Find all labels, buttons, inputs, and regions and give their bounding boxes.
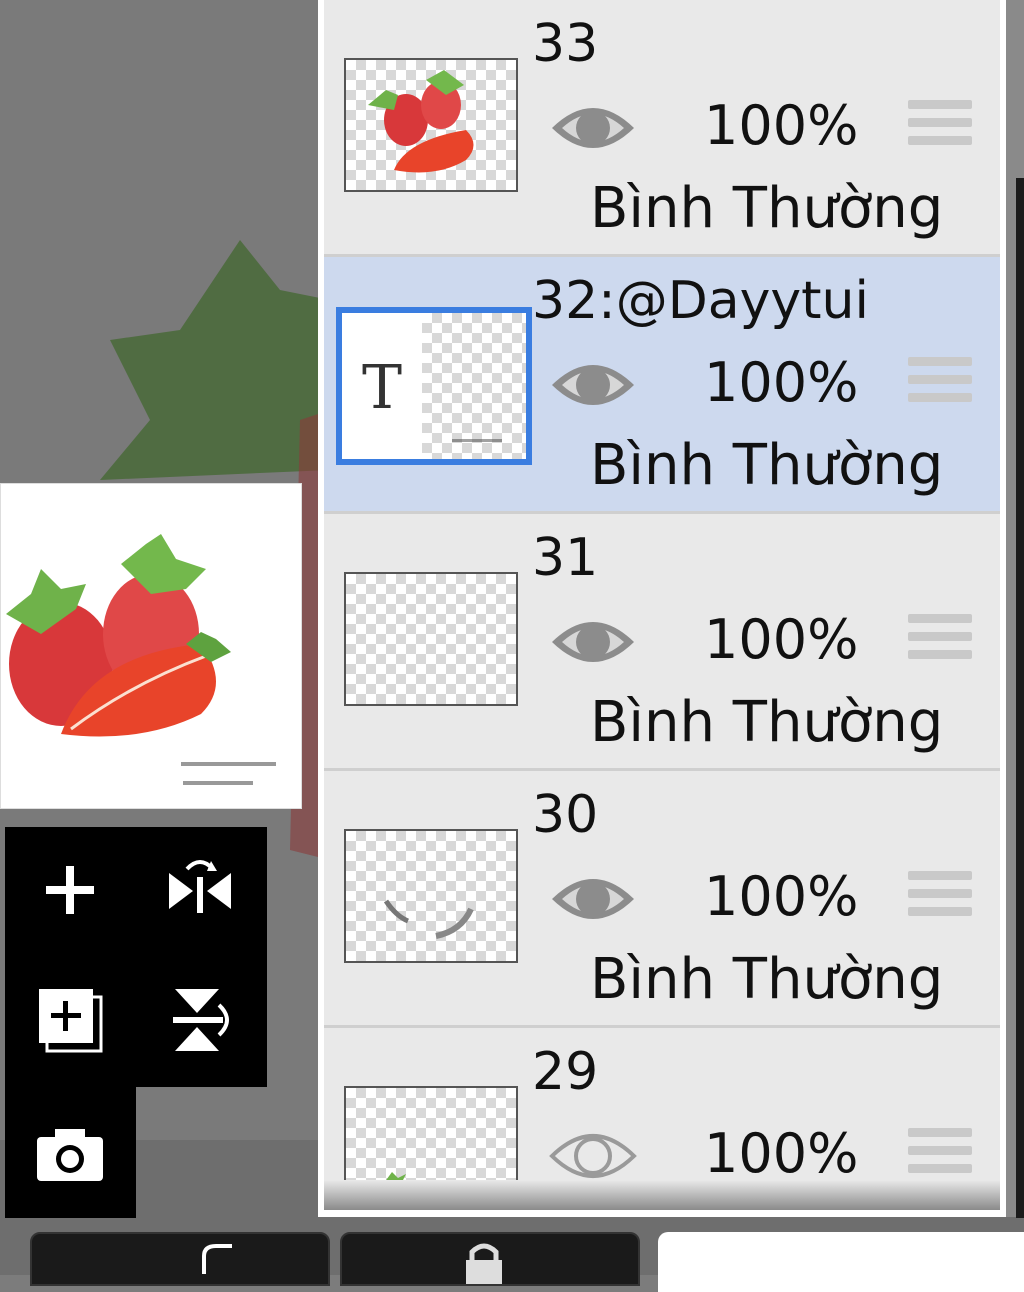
layer-thumbnail-image (383, 899, 474, 939)
layer-opacity[interactable]: 100% (704, 1122, 858, 1186)
add-layer-icon[interactable] (30, 850, 110, 930)
layer-row[interactable]: 31 100% Bình Thường (324, 514, 1000, 771)
preview-artwork (6, 534, 276, 785)
clip-icon (202, 1244, 232, 1274)
drag-handle-icon[interactable] (908, 100, 972, 154)
eye-icon[interactable] (548, 867, 638, 935)
layer-opacity[interactable]: 100% (704, 608, 858, 672)
drag-handle-icon[interactable] (908, 871, 972, 925)
flip-vertical-icon[interactable] (160, 980, 240, 1060)
flip-horizontal-icon[interactable] (160, 850, 240, 930)
list-fade (324, 1180, 1000, 1210)
eye-icon[interactable] (548, 610, 638, 678)
lock-button[interactable] (340, 1232, 640, 1290)
layer-name: 30 (532, 785, 599, 845)
layer-blend-mode: Bình Thường (590, 947, 944, 1012)
camera-icon[interactable] (30, 1115, 110, 1195)
layer-opacity[interactable]: 100% (704, 351, 858, 415)
layer-name: 33 (532, 14, 599, 74)
layers-panel: 33 100% Bình Thường T 32:@Dayytui 100% B… (318, 0, 1006, 1217)
layer-row-selected[interactable]: T 32:@Dayytui 100% Bình Thường (324, 257, 1000, 514)
canvas-preview[interactable] (0, 483, 302, 809)
layer-opacity[interactable]: 100% (704, 865, 858, 929)
layers-list[interactable]: 33 100% Bình Thường T 32:@Dayytui 100% B… (324, 0, 1000, 1210)
blend-mode-select[interactable] (658, 1232, 1024, 1292)
layer-opacity[interactable]: 100% (704, 94, 858, 158)
layer-name: 31 (532, 528, 599, 588)
lock-icon (466, 1243, 502, 1290)
layer-row[interactable]: 30 100% Bình Thường (324, 771, 1000, 1028)
layer-thumbnail[interactable]: T (336, 307, 532, 465)
drag-handle-icon[interactable] (908, 614, 972, 668)
layer-name: 29 (532, 1042, 599, 1102)
eye-icon[interactable] (548, 353, 638, 421)
layer-thumbnail[interactable] (344, 58, 518, 192)
layers-scrollbar[interactable] (1016, 178, 1024, 1218)
layer-thumbnail[interactable] (344, 829, 518, 963)
duplicate-layer-icon[interactable] (30, 980, 110, 1060)
text-preview-line (452, 439, 502, 442)
clipping-button[interactable] (30, 1232, 330, 1286)
layer-thumbnail[interactable] (344, 572, 518, 706)
text-layer-icon: T (362, 353, 403, 423)
layer-name: 32:@Dayytui (532, 271, 869, 331)
drag-handle-icon[interactable] (908, 357, 972, 411)
layer-blend-mode: Bình Thường (590, 433, 944, 498)
layer-blend-mode: Bình Thường (590, 690, 944, 755)
layer-blend-mode: Bình Thường (590, 176, 944, 241)
layer-thumbnail-image (368, 70, 474, 173)
drag-handle-icon[interactable] (908, 1128, 972, 1182)
layer-row[interactable]: 33 100% Bình Thường (324, 0, 1000, 257)
eye-icon[interactable] (548, 96, 638, 164)
